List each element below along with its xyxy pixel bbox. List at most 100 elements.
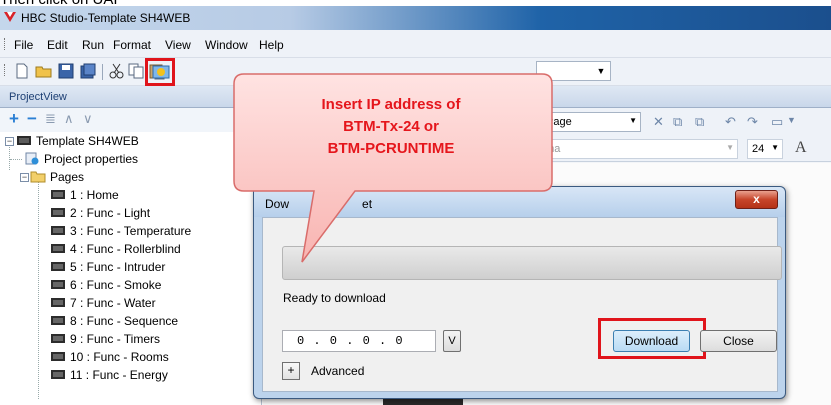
advanced-label: Advanced [311,364,365,378]
menu-run[interactable]: Run [82,38,104,52]
tree-item-label: 2 : Func - Light [70,206,151,220]
window-titlebar: HBC Studio-Template SH4WEB [0,6,831,30]
callout-text: Insert IP address of BTM-Tx-24 or BTM-PC… [240,94,542,160]
toolbar-separator [102,64,103,80]
chevron-down-icon[interactable]: ▼ [787,115,796,125]
tree-item-label: 10 : Func - Rooms [70,350,169,364]
menu-grip [4,38,6,50]
window-title: HBC Studio-Template SH4WEB [21,11,191,25]
copy-page-icon[interactable]: ⧉ [673,114,682,130]
page-icon [51,352,65,361]
menu-format[interactable]: Format [113,38,151,52]
menu-file[interactable]: File [14,38,33,52]
toolbar-combo[interactable]: ▼ [536,61,611,81]
chevron-down-icon: ▼ [596,66,606,76]
page-select[interactable]: Page ▼ [541,112,641,132]
dialog-close-button[interactable]: x [735,190,778,209]
cut-icon[interactable] [108,62,126,80]
menu-view[interactable]: View [165,38,191,52]
collapse-root-icon[interactable]: − [5,137,14,146]
new-file-icon[interactable] [13,62,31,80]
save-all-icon[interactable] [79,62,97,80]
close-button[interactable]: Close [700,330,777,352]
page-icon [51,334,65,343]
page-icon [51,316,65,325]
rename-icon[interactable]: ≣ [45,110,56,128]
download-button[interactable]: Download [613,330,690,352]
download-progress-bar [282,246,782,280]
tree-item-label: Project properties [44,152,139,166]
tree-line [9,142,10,170]
tree-item-label: 9 : Func - Timers [70,332,161,346]
tree-item-label: Template SH4WEB [36,134,139,148]
dialog-titlebar: Dow et x [254,187,785,217]
tree-item-label: 6 : Func - Smoke [70,278,162,292]
menu-help[interactable]: Help [259,38,284,52]
rotate-right-icon[interactable]: ↷ [747,114,758,130]
menu-bar: File Edit Run Format View Window Help [0,30,831,58]
project-tree: − Template SH4WEB Project properties − P… [0,132,262,402]
font-size-select[interactable]: 24 ▼ [747,139,783,159]
menu-edit[interactable]: Edit [47,38,68,52]
toolbar-grip [4,64,6,76]
uai-button-highlight [145,58,175,86]
dialog-body: Ready to download 0 . 0 . 0 . 0 V Downlo… [262,217,782,392]
project-icon [17,136,31,145]
page-icon [51,262,65,271]
tree-item-label: 11 : Func - Energy [70,368,168,382]
project-view-title: ProjectView [9,91,67,103]
tree-item-label: 3 : Func - Temperature [70,224,192,238]
callout-line: BTM-Tx-24 or [343,118,439,135]
page-icon [51,208,65,217]
tree-item-label: 8 : Func - Sequence [70,314,179,328]
copy-icon[interactable] [127,62,145,80]
tree-item-label: 5 : Func - Intruder [70,260,166,274]
delete-icon[interactable]: ✕ [653,114,664,130]
open-folder-icon[interactable] [35,62,53,80]
tree-item-label: Pages [50,170,85,184]
page-icon [51,244,65,253]
page-icon [51,280,65,289]
dialog-title-start: Dow [265,197,290,211]
text-style-icon[interactable]: A [795,139,807,157]
page-icon [51,190,65,199]
paste-page-icon[interactable]: ⧉ [695,114,704,130]
chevron-down-icon: ▼ [629,116,637,125]
callout-line: BTM-PCRUNTIME [327,140,455,157]
font-select-value: oma [539,143,561,155]
collapse-pages-icon[interactable]: − [20,173,29,182]
download-status: Ready to download [283,291,386,305]
folder-icon [30,171,46,183]
layer-icon[interactable]: ▭ [771,114,783,130]
chevron-down-icon: ▼ [726,143,734,152]
move-up-icon[interactable]: ∧ [64,110,74,128]
project-view-header: ProjectView [0,86,262,108]
tree-line [38,176,39,399]
download-dialog: Dow et x Ready to download 0 . 0 . 0 . 0 … [253,186,786,399]
add-icon[interactable]: + [9,110,19,128]
remove-icon[interactable]: − [27,110,37,128]
project-view-toolbar: + − ≣ ∧ ∨ [0,108,262,132]
dialog-title-end: et [362,197,373,211]
font-size-value: 24 [752,143,765,155]
tree-item-label: 1 : Home [70,188,119,202]
ip-history-button[interactable]: V [443,330,461,352]
main-toolbar: ▼ [0,58,831,86]
chevron-down-icon: ▼ [771,143,779,152]
tree-item-label: 7 : Func - Water [70,296,156,310]
page-icon [51,370,65,379]
tree-item-label: 4 : Func - Rollerblind [70,242,181,256]
callout-line: Insert IP address of [321,96,461,113]
dialog-title: Dow et [265,197,372,211]
advanced-expand-button[interactable]: + [282,362,300,380]
rotate-left-icon[interactable]: ↶ [725,114,736,130]
page-icon [51,226,65,235]
move-down-icon[interactable]: ∨ [83,110,93,128]
tree-line [10,159,22,160]
page-select-value: Page [546,116,572,128]
save-icon[interactable] [57,62,75,80]
properties-icon [25,152,39,165]
ip-address-input[interactable]: 0 . 0 . 0 . 0 [282,330,436,352]
font-select[interactable]: oma ▼ [533,139,738,159]
menu-window[interactable]: Window [205,38,248,52]
